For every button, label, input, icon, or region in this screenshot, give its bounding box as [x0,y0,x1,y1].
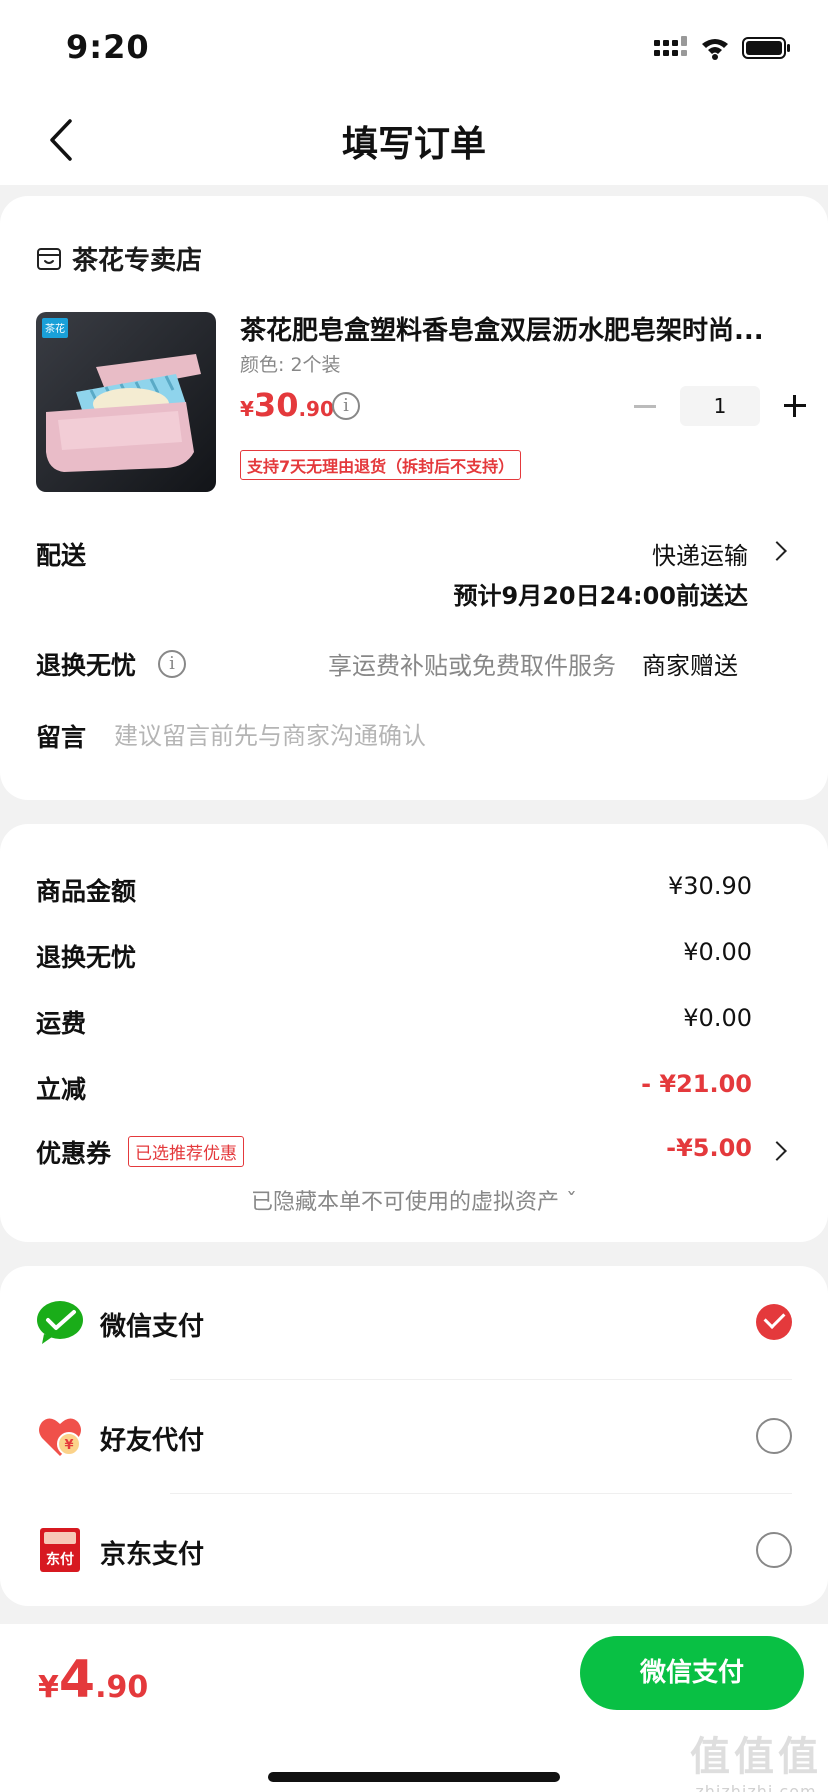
wechat-pay-button[interactable]: 微信支付 [580,1636,804,1710]
shipping-value: ¥0.00 [683,1004,752,1032]
product-image[interactable]: 茶花 [36,312,216,492]
radio-selected[interactable] [756,1304,792,1340]
price-info-icon[interactable]: i [332,392,360,420]
jd-pay-icon: 东付 [40,1528,80,1572]
payment-option-label: 好友代付 [100,1426,205,1456]
product-image-brand: 茶花 [45,322,65,335]
coupon-value: -¥5.00 [666,1134,752,1162]
summary-row-coupon[interactable]: 优惠券 已选推荐优惠 -¥5.00 [36,1134,828,1174]
message-input[interactable] [114,716,754,756]
status-time: 9:20 [66,28,150,66]
payment-option-friend[interactable]: ¥ 好友代付 [0,1380,828,1493]
delivery-label: 配送 [36,541,87,570]
discount-label: 立减 [36,1075,87,1104]
decrease-button[interactable] [630,391,660,421]
shop-name: 茶花专卖店 [72,246,203,276]
product-spec[interactable]: 颜色: 2个装 [240,350,341,377]
payment-methods-card: 微信支付 ¥ 好友代付 东付 京东支付 [0,1266,828,1606]
price-summary-card: 商品金额 ¥30.90 退换无忧 ¥0.00 运费 ¥0.00 立减 - ¥21… [0,824,828,1242]
coupon-badge: 已选推荐优惠 [128,1136,244,1167]
chevron-right-icon[interactable] [767,541,787,561]
total-price: ¥4.90 [38,1650,148,1710]
battery-icon [742,37,790,59]
store-icon [37,247,61,270]
wifi-icon [702,39,728,60]
goods-amount-label: 商品金额 [36,877,137,906]
quantity-stepper: 1 [630,386,810,426]
product-price-currency: ¥ [240,397,254,421]
product-title[interactable]: 茶花肥皂盒塑料香皂盒双层沥水肥皂架时尚... [240,310,775,347]
worry-free-label: 退换无忧 [36,651,137,680]
chevron-right-icon[interactable] [767,1141,787,1161]
delivery-method[interactable]: 快递运输 [652,536,748,571]
watermark: 值值值 zhizhizhi.com [690,1724,822,1792]
radio-unselected[interactable] [756,1418,792,1454]
total-price-dec: .90 [95,1670,149,1705]
signal-icon [654,36,687,56]
hidden-assets-toggle[interactable]: 已隐藏本单不可使用的虚拟资产 ˇ [0,1184,828,1216]
watermark-bottom: zhizhizhi.com [695,1782,817,1792]
summary-row-goods: 商品金额 ¥30.90 [36,872,828,912]
worry-free-value: 商家赠送 [642,652,738,680]
message-label: 留言 [36,723,87,752]
payment-option-label: 京东支付 [100,1540,205,1570]
delivery-estimate: 预计9月20日24:00前送达 [453,582,749,610]
friend-pay-icon-text: ¥ [64,1438,73,1453]
wechat-pay-icon [37,1301,83,1344]
return-policy-badge: 支持7天无理由退货（拆封后不支持） [240,450,522,480]
payment-option-jd[interactable]: 东付 京东支付 [0,1494,828,1607]
home-indicator[interactable] [268,1772,560,1782]
status-bar: 9:20 [0,0,828,95]
bottom-bar: ¥4.90 微信支付 值值值 zhizhizhi.com [0,1624,828,1792]
summary-row-shipping: 运费 ¥0.00 [36,1004,828,1044]
quantity-value[interactable]: 1 [680,386,760,426]
status-icons [654,36,792,60]
jd-pay-icon-text: 东付 [46,1551,74,1568]
product-price-dec: .90 [298,397,334,421]
order-card: 茶花专卖店 茶花 茶花肥皂盒塑料香皂盒双层沥水肥皂架时尚... 颜色: 2个装 … [0,196,828,800]
payment-option-label: 微信支付 [100,1312,205,1342]
radio-unselected[interactable] [756,1532,792,1568]
total-price-int: 4 [58,1650,96,1710]
summary-row-worry: 退换无忧 ¥0.00 [36,938,828,978]
goods-amount-value: ¥30.90 [668,872,752,900]
coupon-label: 优惠券 [36,1139,112,1168]
watermark-top: 值值值 [690,1734,822,1780]
increase-button[interactable] [780,391,810,421]
worry-free-fee-label: 退换无忧 [36,943,137,972]
shop-row[interactable]: 茶花专卖店 [36,240,202,277]
worry-free-fee-value: ¥0.00 [683,938,752,966]
worry-free-hint: 享运费补贴或免费取件服务 [328,652,616,680]
page-title: 填写订单 [341,124,486,165]
worry-free-info-icon[interactable]: i [158,650,186,678]
total-price-currency: ¥ [38,1670,59,1705]
discount-value: - ¥21.00 [641,1070,752,1098]
product-price-int: 30 [253,386,299,424]
nav-bar: 填写订单 [0,95,828,185]
friend-pay-icon: ¥ [39,1418,81,1456]
summary-row-discount: 立减 - ¥21.00 [36,1070,828,1110]
product-price: ¥30.90 [240,386,334,424]
shipping-label: 运费 [36,1009,87,1038]
payment-option-wechat[interactable]: 微信支付 [0,1266,828,1379]
